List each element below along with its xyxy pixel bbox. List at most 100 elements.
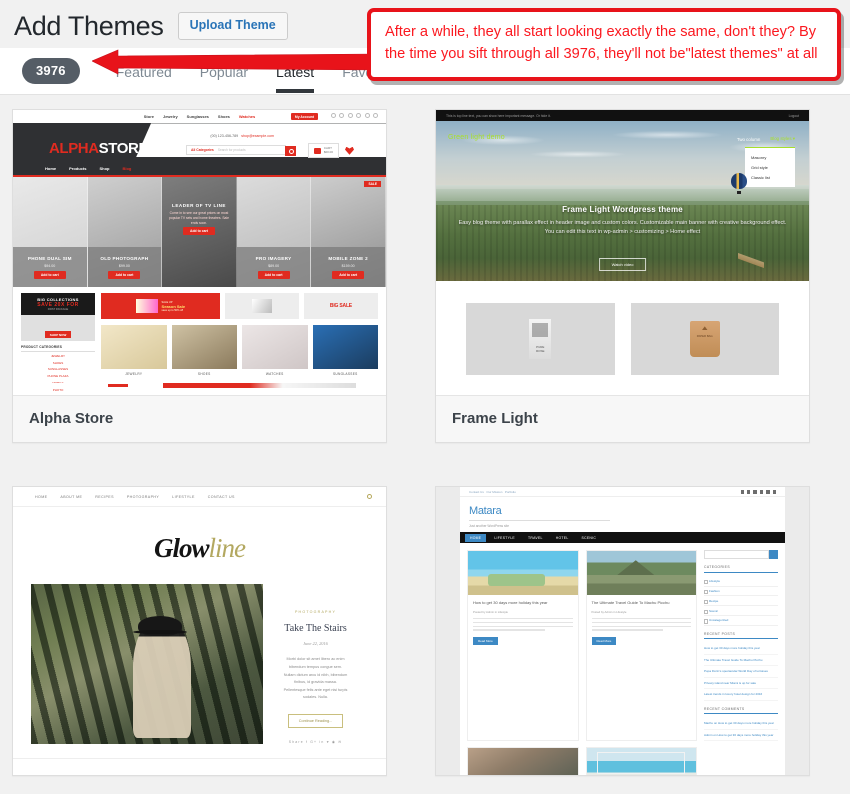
preview-post-body: How to get 30 days more holiday this yea… bbox=[468, 595, 578, 651]
preview-slide-price: $89.00 bbox=[268, 263, 280, 268]
theme-name: Alpha Store bbox=[29, 410, 114, 428]
upload-theme-button[interactable]: Upload Theme bbox=[177, 12, 288, 40]
preview-top-nav-item: Store bbox=[143, 114, 154, 120]
preview-bottom-strip bbox=[163, 383, 356, 389]
preview-next-post: PHOTOGRAPHY Take The Stairs bbox=[13, 758, 386, 776]
preview-product-label: WATCHES bbox=[265, 372, 284, 377]
preview-logo-primary: ALPHA bbox=[49, 140, 99, 158]
preview-nav-lifestyle: LIFESTYLE bbox=[172, 494, 195, 499]
twitter-icon bbox=[747, 490, 751, 494]
theme-card-glowline[interactable]: HOME ABOUT ME RECIPES PHOTOGRAPHY LIFEST… bbox=[12, 486, 387, 777]
preview-post-thumbnail bbox=[586, 551, 696, 596]
preview-product: SHOES bbox=[171, 325, 237, 376]
preview-category-item: WATCHES bbox=[21, 393, 95, 395]
preview-promo-sub: Come in to see our great prices on most … bbox=[169, 211, 229, 226]
preview-post-excerpt bbox=[591, 617, 691, 632]
theme-card-frame-light[interactable]: This is top line text, you can show here… bbox=[435, 109, 810, 444]
preview-product-image bbox=[171, 325, 237, 370]
preview-slide: OLD PHOTOGRAPH $99.00 Add to cart bbox=[87, 177, 163, 288]
preview-slide-title: PRO IMAGERY bbox=[255, 255, 292, 261]
preview-promo-button: Add to cart bbox=[183, 227, 215, 236]
preview-topbar: Store Jewelry Sunglasses Shoes Watches M… bbox=[13, 110, 386, 124]
preview-gallery-tile: PURE ROSE bbox=[466, 303, 615, 376]
preview-topline-text: This is top line text, you can show here… bbox=[446, 113, 551, 118]
preview-recent-item: The Ultimate Travel Guide To Machu Picch… bbox=[704, 655, 778, 667]
preview-category-item: Recipe bbox=[704, 596, 778, 607]
preview-nav-shop: Shop bbox=[99, 165, 110, 171]
facebook-icon bbox=[740, 490, 745, 494]
preview-post-body: The Ultimate Travel Guide To Machu Picch… bbox=[587, 595, 697, 651]
preview-sale-badge: SALE bbox=[364, 181, 381, 188]
annotation-arrow bbox=[92, 49, 378, 75]
preview-nav: HOME ABOUT ME RECIPES PHOTOGRAPHY LIFEST… bbox=[13, 487, 386, 508]
preview-slide-title: OLD PHOTOGRAPH bbox=[100, 255, 149, 261]
preview-slide-title: PHONE DUAL SIM bbox=[27, 255, 72, 261]
theme-screenshot-frame-light[interactable]: This is top line text, you can show here… bbox=[436, 110, 809, 396]
preview-post-card: Popa Florin's spectacular World Day of t… bbox=[467, 747, 579, 776]
preview-gallery: PURE ROSE PAPER BAG bbox=[436, 281, 809, 376]
preview-post-meta: PHOTOGRAPHY Take The Stairs June 22, 201… bbox=[263, 584, 368, 744]
preview-category-title: PRODUCT CATEGORIES bbox=[21, 345, 95, 353]
preview-post-photo bbox=[31, 584, 263, 745]
twitter-icon bbox=[339, 113, 344, 119]
search-icon bbox=[769, 550, 778, 560]
preview-path bbox=[738, 239, 765, 282]
preview-slide-price: $159.00 bbox=[341, 263, 355, 268]
linkedin-icon bbox=[759, 490, 764, 494]
preview-share-row: Share f G+ in ♥ ◉ ✉ bbox=[288, 739, 343, 744]
preview-promo-red: SALE UP Season Sale save up to 50% off bbox=[101, 293, 220, 320]
preview-slide-caption: PRO IMAGERY $89.00 Add to cart bbox=[236, 247, 311, 288]
preview-topbar: Contact Us Our Mission Portfolio bbox=[460, 487, 785, 498]
preview-recent-item: Privacy island near Miami is up for sale bbox=[704, 678, 778, 690]
preview-slide: PRO IMAGERY $89.00 Add to cart bbox=[236, 177, 312, 288]
theme-card-matara[interactable]: Contact Us Our Mission Portfolio Matara bbox=[435, 486, 810, 777]
preview-category-item: Lifestyle bbox=[704, 577, 778, 587]
preview-menu-hotel: HOTEL bbox=[555, 535, 569, 540]
preview-post-title: How to get 30 days more holiday this yea… bbox=[473, 600, 548, 606]
preview-nav-recipes: RECIPES bbox=[95, 494, 114, 499]
theme-card-alpha-store[interactable]: Store Jewelry Sunglasses Shoes Watches M… bbox=[12, 109, 387, 444]
pinterest-icon bbox=[766, 490, 770, 494]
preview-topline: This is top line text, you can show here… bbox=[436, 110, 809, 122]
google-plus-icon bbox=[753, 490, 757, 494]
preview-contact-link: Contact Us bbox=[469, 489, 484, 494]
preview-slide-price: $94.00 bbox=[44, 263, 56, 268]
preview-slide: SALE MOBILE ZONE 2 $159.00 Add to cart bbox=[311, 177, 386, 288]
preview-promo-red-note: save up to 50% off bbox=[161, 308, 183, 312]
preview-hero: Green light demo Two column Blog styles … bbox=[436, 121, 809, 282]
theme-screenshot-matara[interactable]: Contact Us Our Mission Portfolio Matara bbox=[436, 487, 809, 776]
preview-post-card: The Ultimate Travel Guide To Machu Picch… bbox=[585, 550, 697, 742]
preview-product-image bbox=[312, 325, 378, 370]
preview-account-button: My Account bbox=[290, 113, 318, 121]
preview-sidebar: BIG COLLECTIONS SAVE 20X FOR FIRST PACKA… bbox=[21, 293, 95, 395]
preview-promo-title: LEADER OF TV LINE bbox=[172, 203, 226, 209]
preview-dropdown-classic: Classic list bbox=[751, 175, 770, 181]
preview-menu-home: HOME bbox=[465, 533, 487, 542]
preview-post-title: The Ultimate Travel Guide To Machu Picch… bbox=[591, 600, 670, 606]
theme-screenshot-alpha-store[interactable]: Store Jewelry Sunglasses Shoes Watches M… bbox=[13, 110, 386, 396]
preview-dark-banner: BIG COLLECTIONS SAVE 20X FOR FIRST PACKA… bbox=[21, 293, 95, 316]
preview-category-item: JEWELRY bbox=[50, 353, 66, 358]
preview-dropdown-masonry: Masonry bbox=[751, 154, 767, 160]
hot-air-balloon-icon bbox=[731, 173, 747, 195]
preview-shop-now-button: SHOP NOW bbox=[44, 331, 72, 339]
instagram-icon bbox=[347, 113, 353, 119]
preview-banner-image: SHOP NOW bbox=[21, 315, 95, 342]
preview-site-title: Matara bbox=[469, 505, 502, 518]
theme-grid: Store Jewelry Sunglasses Shoes Watches M… bbox=[0, 95, 850, 777]
preview-slide-caption: MOBILE ZONE 2 $159.00 Add to cart bbox=[311, 247, 385, 288]
preview-slide: PHONE DUAL SIM $94.00 Add to cart bbox=[13, 177, 88, 288]
preview-logout-link: Logout bbox=[788, 113, 799, 118]
preview-top-nav-item: Watches bbox=[238, 114, 256, 120]
preview-category-item: PHONE PLAZA bbox=[47, 374, 69, 379]
preview-product-label: JEWELRY bbox=[125, 372, 143, 377]
preview-recent-item: How to get 30 days more holiday this yea… bbox=[704, 643, 778, 655]
preview-logo-secondary: line bbox=[208, 533, 246, 564]
preview-product: JEWELRY bbox=[101, 325, 167, 376]
preview-comments-title: RECENT COMMENTS bbox=[704, 707, 778, 715]
preview-menu-scenic: SCENIC bbox=[581, 535, 597, 540]
preview-post-thumbnail bbox=[468, 748, 578, 776]
preview-top-nav-item: Jewelry bbox=[162, 114, 178, 120]
theme-screenshot-glowline[interactable]: HOME ABOUT ME RECIPES PHOTOGRAPHY LIFEST… bbox=[13, 487, 386, 776]
preview-mission-link: Our Mission bbox=[486, 489, 503, 494]
